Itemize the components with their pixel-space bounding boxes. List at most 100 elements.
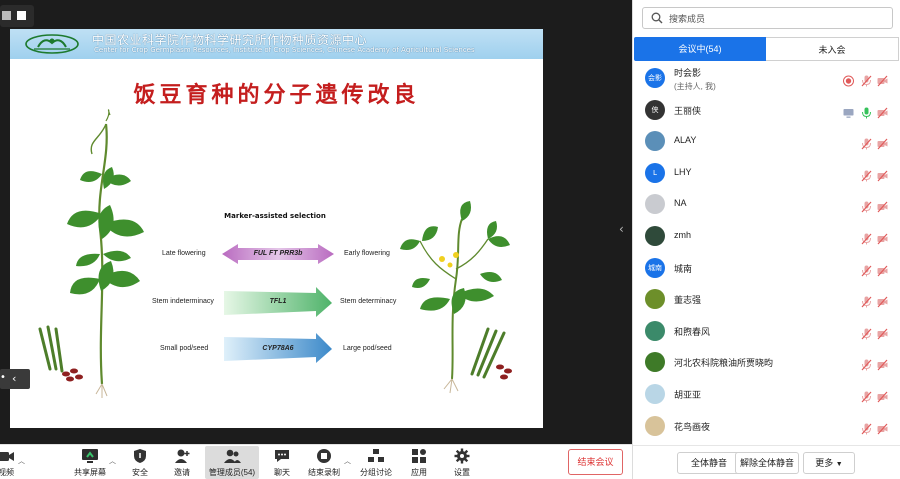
member-name: 河北农科院粮油所贾晓昀 (674, 358, 774, 369)
member-row[interactable]: ALAY (633, 126, 900, 157)
member-name: NA (674, 198, 687, 209)
chevron-up-icon[interactable]: ︿ (344, 456, 351, 466)
camera-off-icon[interactable] (877, 72, 888, 87)
stop-recording-button[interactable]: 结束录制 (304, 446, 344, 479)
mic-muted-icon[interactable] (861, 135, 872, 150)
member-row[interactable]: zmh (633, 221, 900, 252)
invite-button[interactable]: 邀请 (166, 446, 198, 479)
avatar: 侠 (645, 99, 665, 120)
avatar (645, 320, 665, 341)
settings-button[interactable]: 设置 (448, 446, 476, 479)
member-tabs: 会议中(54) 未入会 (633, 37, 900, 61)
member-list: 会影 时会影 (主持人, 我) 侠王丽侠 ALAY L LHY NA zmh 城南 城南 董志强 和煦春… (633, 63, 900, 443)
members-icon (224, 449, 241, 463)
share-screen-button[interactable]: 共享屏幕 (70, 446, 110, 479)
avatar (645, 384, 665, 404)
square-icon (2, 11, 11, 20)
camera-off-icon[interactable] (877, 167, 888, 182)
search-input[interactable] (669, 11, 884, 26)
chat-icon (275, 450, 289, 462)
chevron-up-icon[interactable]: ︿ (18, 456, 25, 466)
avatar (645, 289, 665, 310)
mic-muted-icon[interactable] (861, 230, 872, 245)
mic-muted-icon[interactable] (861, 420, 872, 435)
avatar (645, 226, 665, 246)
member-name: 胡亚亚 (674, 390, 702, 400)
camera-off-icon[interactable] (877, 420, 888, 434)
camera-off-icon[interactable] (877, 293, 888, 308)
member-row[interactable]: 胡亚亚 (633, 379, 900, 410)
mute-all-button[interactable]: 全体静音 (677, 452, 741, 474)
mic-muted-icon[interactable] (861, 72, 872, 87)
genes-flowering: FUL FT PRR3b (253, 250, 303, 257)
trait-from-pod: Small pod/seed (160, 345, 209, 352)
meeting-window: 中国农业科学院作物科学研究所作物种质资源中心 Center for Crop G… (0, 0, 900, 479)
apps-icon (412, 449, 426, 463)
avatar (645, 352, 665, 373)
tab-not-joined[interactable]: 未入会 (766, 37, 899, 61)
mic-muted-icon[interactable] (861, 262, 872, 277)
mic-muted-icon[interactable] (861, 325, 872, 340)
camera-off-icon[interactable] (877, 104, 888, 118)
genes-pod: CYP78A6 (262, 345, 294, 352)
camera-off-icon[interactable] (877, 388, 888, 403)
screen-share-icon (843, 104, 854, 118)
more-label: 更多 (815, 458, 834, 468)
search-icon (651, 12, 663, 24)
member-name: 董志强 (674, 295, 702, 306)
avatar: 城南 (645, 257, 665, 278)
camera-off-icon[interactable] (877, 356, 888, 371)
mic-muted-icon[interactable] (861, 293, 872, 308)
camera-off-icon[interactable] (877, 230, 888, 245)
stop-record-icon (317, 449, 331, 463)
invite-icon (175, 449, 190, 463)
member-row[interactable]: L LHY (633, 158, 900, 189)
camera-off-icon[interactable] (877, 262, 888, 276)
chevron-left-icon: ‹ (12, 372, 17, 385)
member-name: 王丽侠 (674, 105, 702, 116)
chevron-up-icon[interactable]: ︿ (109, 456, 116, 466)
member-search[interactable] (642, 7, 893, 29)
tab-in-meeting[interactable]: 会议中(54) (634, 37, 766, 61)
breakout-rooms-button[interactable]: 分组讨论 (356, 446, 396, 479)
mic-muted-icon[interactable] (861, 388, 872, 403)
member-row[interactable]: 侠王丽侠 (633, 95, 900, 126)
member-row[interactable]: 河北农科院粮油所贾晓昀 (633, 347, 900, 378)
mic-muted-icon[interactable] (861, 167, 872, 182)
panel-footer: 全体静音 解除全体静音 更多 ▼ (633, 445, 900, 479)
avatar: L (645, 162, 665, 183)
mic-on-icon[interactable] (861, 104, 872, 119)
member-name: 花鸟画夜 (674, 421, 711, 432)
member-name: ALAY (674, 135, 697, 146)
apps-button[interactable]: 应用 (405, 446, 433, 479)
unmute-all-button[interactable]: 解除全体静音 (735, 452, 799, 474)
member-row[interactable]: 城南 城南 (633, 253, 900, 284)
camera-off-icon[interactable] (877, 135, 888, 150)
member-row[interactable]: 会影 时会影 (主持人, 我) (633, 63, 900, 94)
member-row[interactable]: NA (633, 189, 900, 220)
trait-to-flowering: Early flowering (344, 250, 390, 257)
member-name: zmh (674, 230, 692, 240)
prev-page-button[interactable]: • ‹ (0, 369, 30, 389)
camera-off-icon[interactable] (877, 198, 888, 213)
gear-icon (454, 448, 470, 464)
avatar (645, 194, 665, 215)
member-row[interactable]: 董志强 (633, 284, 900, 315)
meeting-toolbar: 视频 ︿ 共享屏幕 ︿ 安全 邀请 管理成员(54) 聊天 结束录制 ︿ 分组讨… (0, 444, 632, 479)
security-button[interactable]: 安全 (126, 446, 154, 479)
end-meeting-button[interactable]: 结束会议 (568, 449, 623, 475)
more-button[interactable]: 更多 ▼ (803, 452, 855, 474)
member-row[interactable]: 和煦春风 (633, 316, 900, 347)
mic-muted-icon[interactable] (861, 198, 872, 213)
presentation-slide: 中国农业科学院作物科学研究所作物种质资源中心 Center for Crop G… (10, 29, 543, 428)
collapse-panel-toggle[interactable]: ‹ (619, 222, 624, 236)
video-button[interactable]: 视频 (0, 446, 20, 479)
manage-members-button[interactable]: 管理成员(54) (205, 446, 259, 479)
member-row[interactable]: 花鸟画夜 (633, 411, 900, 442)
share-view-control[interactable] (0, 5, 34, 27)
mic-muted-icon[interactable] (861, 356, 872, 371)
member-name: 城南 (674, 263, 693, 274)
member-name: LHY (674, 166, 692, 177)
camera-off-icon[interactable] (877, 325, 888, 340)
chat-button[interactable]: 聊天 (268, 446, 296, 479)
